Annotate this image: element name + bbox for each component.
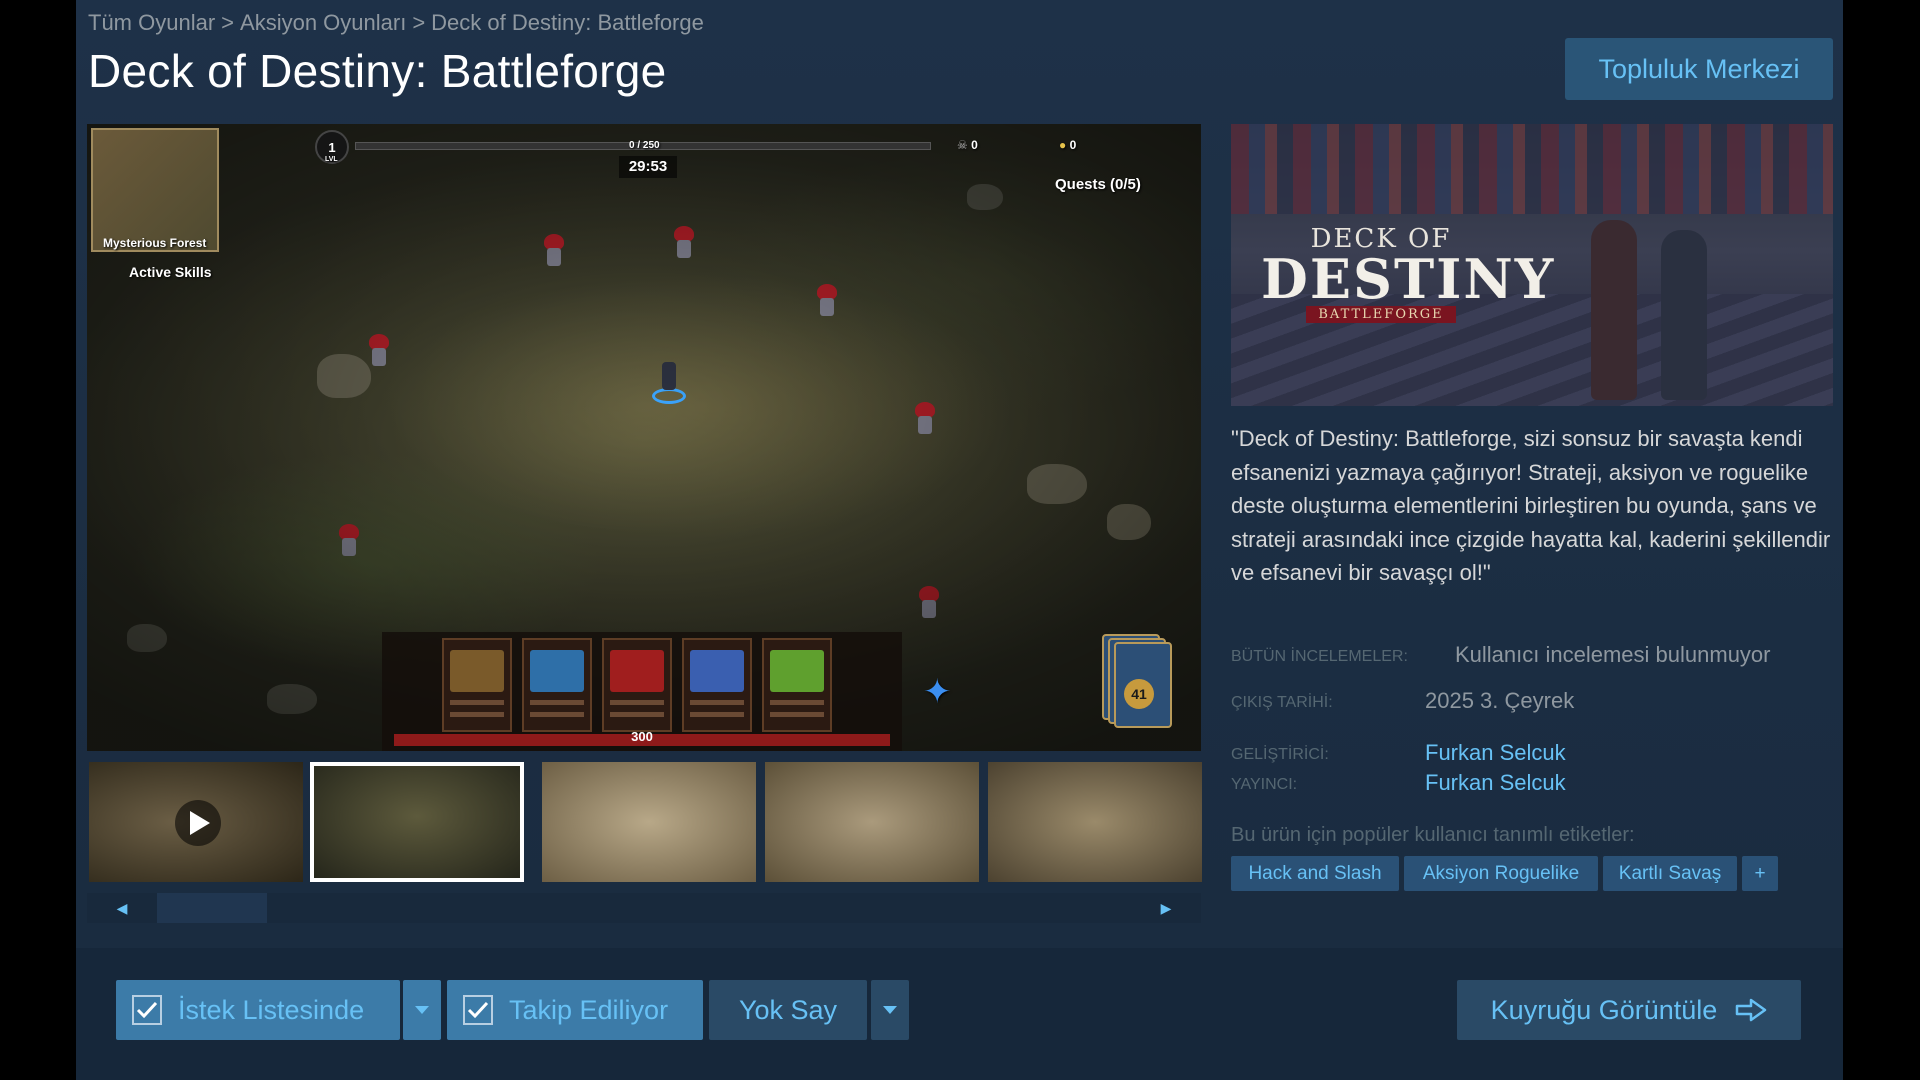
game-description: "Deck of Destiny: Battleforge, sizi sons… <box>1231 426 1831 586</box>
kills-value: 0 <box>971 138 978 152</box>
publisher-row: YAYINCI: Furkan Selcuk <box>1231 770 1566 795</box>
game-logo: DECK OF DESTINY BATTLEFORGE <box>1261 224 1556 323</box>
card-deck: 41 <box>1102 634 1172 730</box>
tag-action-roguelike[interactable]: Aksiyon Roguelike <box>1404 856 1598 891</box>
thumbnail-scrollbar[interactable]: ◀ ▶ <box>87 893 1201 923</box>
minimap <box>91 128 219 252</box>
main-screenshot[interactable]: Mysterious Forest Active Skills 1 LVL 0 … <box>87 124 1201 751</box>
view-queue-button[interactable]: Kuyruğu Görüntüle <box>1457 980 1801 1040</box>
skill-card-tray: 300 <box>382 632 902 751</box>
follow-label: Takip Ediliyor <box>509 994 669 1025</box>
deck-count: 41 <box>1124 679 1154 709</box>
ignore-label: Yok Say <box>738 994 838 1025</box>
skill-card <box>522 638 592 732</box>
capsule-crowd <box>1231 124 1833 214</box>
reviews-value: Kullanıcı incelemesi bulunmuyor <box>1455 642 1771 667</box>
logo-sub-text: BATTLEFORGE <box>1306 306 1456 323</box>
quests-counter: Quests (0/5) <box>1055 176 1141 193</box>
capsule-hero <box>1661 230 1707 400</box>
scrollbar-handle[interactable] <box>157 893 267 923</box>
level-value: 1 <box>328 139 336 155</box>
ignore-dropdown-button[interactable] <box>871 980 909 1040</box>
publisher-link[interactable]: Furkan Selcuk <box>1425 770 1566 796</box>
logo-main-text: DESTINY <box>1261 247 1556 311</box>
reviews-label: BÜTÜN İNCELEMELER: <box>1231 648 1408 665</box>
tag-more-button[interactable]: + <box>1742 856 1778 891</box>
health-value: 300 <box>631 729 653 744</box>
chevron-down-icon <box>883 1006 897 1014</box>
thumbnail-video[interactable] <box>89 762 303 882</box>
thumbnail-screenshot[interactable] <box>988 762 1202 882</box>
ignore-button[interactable]: Yok Say <box>709 980 867 1040</box>
skill-card <box>682 638 752 732</box>
tags-label: Bu ürün için popüler kullanıcı tanımlı e… <box>1231 824 1635 846</box>
coin-icon: ● <box>1059 138 1070 152</box>
gold-value: 0 <box>1069 138 1077 152</box>
chevron-down-icon <box>415 1006 429 1014</box>
game-timer: 29:53 <box>619 156 677 178</box>
play-icon <box>175 800 221 846</box>
wishlist-button[interactable]: İstek Listesinde <box>116 980 400 1040</box>
publisher-label: YAYINCI: <box>1231 776 1298 793</box>
dash-skill-icon: ✦ <box>923 673 952 711</box>
skill-card <box>602 638 672 732</box>
wishlist-dropdown-button[interactable] <box>403 980 441 1040</box>
thumbnail-screenshot-selected[interactable] <box>310 762 524 882</box>
community-hub-button[interactable]: Topluluk Merkezi <box>1565 38 1833 100</box>
checkbox-icon <box>463 995 493 1025</box>
developer-link[interactable]: Furkan Selcuk <box>1425 740 1566 766</box>
follow-button[interactable]: Takip Ediliyor <box>447 980 703 1040</box>
view-queue-label: Kuyruğu Görüntüle <box>1490 994 1718 1025</box>
capsule-hero <box>1591 220 1637 400</box>
game-header-image: DECK OF DESTINY BATTLEFORGE <box>1231 124 1833 406</box>
active-skills-label: Active Skills <box>129 264 212 280</box>
level-sub-label: LVL <box>325 156 338 163</box>
skill-card <box>762 638 832 732</box>
release-date-row: ÇIKIŞ TARİHİ: 2025 3. Çeyrek <box>1231 688 1574 713</box>
breadcrumb-separator: > <box>221 10 235 35</box>
breadcrumb-action-games[interactable]: Aksiyon Oyunları <box>240 10 406 35</box>
xp-text: 0 / 250 <box>629 140 660 151</box>
breadcrumb-all-games[interactable]: Tüm Oyunlar <box>88 10 215 35</box>
release-date-value: 2025 3. Çeyrek <box>1425 688 1575 713</box>
breadcrumb: Tüm Oyunlar > Aksiyon Oyunları > Deck of Des… <box>88 10 704 36</box>
kills-counter: ☠ 0 <box>957 138 978 152</box>
reviews-row: BÜTÜN İNCELEMELER: Kullanıcı incelemesi … <box>1231 642 1771 667</box>
wishlist-label: İstek Listesinde <box>178 994 365 1025</box>
arrow-right-icon <box>1736 998 1767 1022</box>
page-title: Deck of Destiny: Battleforge <box>88 45 667 97</box>
thumbnail-screenshot[interactable] <box>765 762 979 882</box>
breadcrumb-current-game[interactable]: Deck of Destiny: Battleforge <box>431 10 704 35</box>
tag-card-battle[interactable]: Kartlı Savaş <box>1603 856 1737 891</box>
gold-counter: ● 0 <box>1059 138 1076 152</box>
store-page: Tüm Oyunlar > Aksiyon Oyunları > Deck of Des… <box>76 0 1843 1080</box>
tag-hack-and-slash[interactable]: Hack and Slash <box>1231 856 1399 891</box>
scroll-right-arrow[interactable]: ▶ <box>1131 893 1201 923</box>
skull-icon: ☠ <box>957 138 972 152</box>
minimap-label: Mysterious Forest <box>103 236 207 250</box>
breadcrumb-separator: > <box>412 10 426 35</box>
developer-row: GELİŞTİRİCİ: Furkan Selcuk <box>1231 740 1566 765</box>
developer-label: GELİŞTİRİCİ: <box>1231 746 1329 763</box>
release-date-label: ÇIKIŞ TARİHİ: <box>1231 694 1333 711</box>
skill-card <box>442 638 512 732</box>
scroll-left-arrow[interactable]: ◀ <box>87 893 157 923</box>
thumbnail-screenshot[interactable] <box>542 762 756 882</box>
checkbox-icon <box>132 995 162 1025</box>
